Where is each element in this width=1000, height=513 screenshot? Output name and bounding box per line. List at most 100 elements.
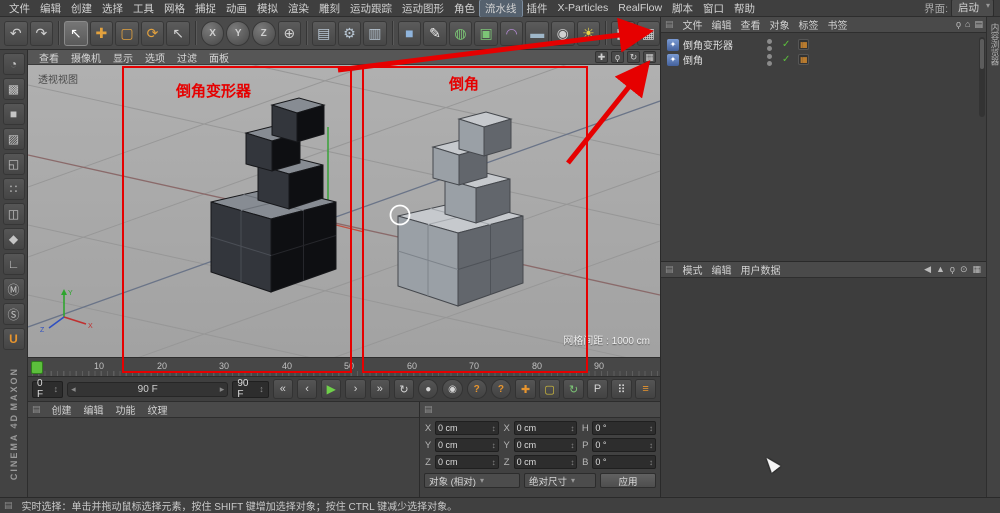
add-camera-button[interactable]: ◉	[551, 20, 575, 46]
menu-help[interactable]: 帮助	[729, 0, 760, 17]
coord-size-dropdown[interactable]: 绝对尺寸	[524, 473, 596, 488]
toggle-views-icon[interactable]: ▦	[643, 51, 656, 63]
menu-select[interactable]: 选择	[97, 0, 128, 17]
undo-button[interactable]: ↶	[4, 20, 28, 46]
content-browser-tab[interactable]: 内容浏览器	[989, 23, 1000, 66]
object-row-bevel-deformer[interactable]: ✦ 倒角变形器 ✓ ▦	[661, 37, 987, 52]
layout-button[interactable]: ▦	[636, 20, 661, 46]
live-selection-button[interactable]: ↖	[64, 20, 88, 46]
menu-tools[interactable]: 工具	[128, 0, 159, 17]
menu-snap[interactable]: 捕捉	[190, 0, 221, 17]
key-parameter-button[interactable]: P	[587, 379, 609, 399]
end-frame-field[interactable]: 90 F ↕	[232, 378, 269, 400]
snap-enable-button[interactable]: Ⓢ	[2, 303, 25, 325]
add-subdivision-button[interactable]: ◍	[448, 20, 473, 46]
add-light-button[interactable]: ☀	[576, 20, 601, 46]
menu-edit[interactable]: 编辑	[35, 0, 66, 17]
om-menu-tags[interactable]: 标签	[795, 17, 823, 32]
lock-y-button[interactable]: Y	[226, 20, 250, 46]
pos-y-field[interactable]: 0 cm ↕	[435, 438, 499, 452]
menu-mograph[interactable]: 运动图形	[397, 0, 449, 17]
coordinate-system-button[interactable]: ⊕	[277, 20, 302, 46]
add-bend-button[interactable]: ◠	[499, 20, 524, 46]
object-row-bevel[interactable]: ✦ 倒角 ✓ ▦	[661, 52, 987, 67]
menu-plugins[interactable]: 插件	[522, 0, 553, 17]
current-frame-field[interactable]: 0 F ↕	[32, 378, 64, 400]
menu-window[interactable]: 窗口	[698, 0, 729, 17]
active-tool-button[interactable]: ↖	[166, 20, 190, 46]
polygons-mode-button[interactable]: ◆	[2, 228, 25, 250]
menu-xparticles[interactable]: X-Particles	[553, 1, 614, 15]
workplane-button[interactable]: ∟	[2, 253, 25, 275]
rot-b-field[interactable]: 0 ° ↕	[592, 455, 657, 469]
size-y-field[interactable]: 0 cm ↕	[513, 438, 578, 452]
mat-menu-edit[interactable]: 编辑	[79, 401, 109, 418]
om-home-icon[interactable]: ⌂	[965, 19, 970, 30]
rotate-tool[interactable]: ⟳	[140, 20, 165, 46]
redo-button[interactable]: ↷	[29, 20, 54, 46]
render-view-button[interactable]: ▤	[312, 20, 336, 46]
om-menu-edit[interactable]: 编辑	[708, 17, 736, 32]
menu-render[interactable]: 渲染	[283, 0, 314, 17]
add-pen-button[interactable]: ✎	[423, 20, 447, 46]
cube-stack-light[interactable]	[397, 111, 524, 307]
size-z-field[interactable]: 0 cm ↕	[513, 455, 578, 469]
am-back-icon[interactable]: ◀	[924, 264, 931, 275]
magnet-snap-button[interactable]: U	[2, 328, 25, 350]
add-floor-button[interactable]: ▬	[525, 20, 549, 46]
points-mode-button[interactable]: ∷	[2, 178, 25, 200]
visibility-toggles[interactable]	[767, 53, 772, 66]
history-icon[interactable]: ◔	[2, 53, 25, 75]
mouse-mode-button[interactable]: Ⓜ	[2, 278, 25, 300]
vp-menu-panel[interactable]: 面板	[204, 50, 234, 65]
om-menu-file[interactable]: 文件	[679, 17, 707, 32]
add-cube-button[interactable]: ■	[397, 20, 422, 46]
pan-view-icon[interactable]: ✚	[595, 51, 608, 63]
am-lock-icon[interactable]: ⊙	[960, 264, 968, 275]
key-rotation-button[interactable]: ↻	[563, 379, 585, 399]
display-mode-button[interactable]: ◧	[611, 20, 635, 46]
menu-sculpt[interactable]: 雕刻	[314, 0, 345, 17]
menu-animate[interactable]: 动画	[221, 0, 252, 17]
play-button[interactable]: ▶	[321, 379, 342, 399]
menu-mesh[interactable]: 网格	[159, 0, 190, 17]
om-menu-view[interactable]: 查看	[737, 17, 765, 32]
am-up-icon[interactable]: ▲	[936, 264, 945, 275]
menu-pipeline[interactable]: 流水线	[479, 0, 523, 18]
mat-menu-texture[interactable]: 纹理	[143, 401, 173, 418]
prev-frame-button[interactable]: ‹	[296, 379, 318, 399]
vp-menu-options[interactable]: 选项	[140, 50, 170, 65]
menu-simulate[interactable]: 模拟	[252, 0, 283, 17]
key-position-button[interactable]: ✚	[515, 379, 537, 399]
material-list[interactable]	[28, 418, 419, 497]
menu-motion-tracker[interactable]: 运动跟踪	[345, 0, 397, 17]
menu-realflow[interactable]: RealFlow	[613, 1, 667, 15]
lock-z-button[interactable]: Z	[251, 20, 276, 46]
mat-menu-create[interactable]: 创建	[47, 401, 77, 418]
panel-grip-icon[interactable]: ▤	[424, 404, 437, 415]
pos-z-field[interactable]: 0 cm ↕	[435, 455, 499, 469]
rotate-view-icon[interactable]: ↻	[627, 51, 640, 63]
goto-end-button[interactable]: »	[369, 379, 390, 399]
edges-mode-button[interactable]: ◫	[2, 203, 25, 225]
zoom-view-icon[interactable]: ϙ	[611, 51, 624, 63]
interface-dropdown[interactable]: 启动	[951, 0, 994, 17]
vp-menu-display[interactable]: 显示	[108, 50, 138, 65]
menu-file[interactable]: 文件	[4, 0, 35, 17]
cube-stack-dark[interactable]	[210, 97, 337, 293]
om-menu-objects[interactable]: 对象	[766, 17, 794, 32]
add-array-button[interactable]: ▣	[474, 20, 498, 46]
open-timeline-button[interactable]: ≡	[635, 379, 657, 399]
mat-menu-function[interactable]: 功能	[111, 401, 141, 418]
spinner-icon[interactable]: ↕	[54, 384, 59, 394]
key-scale-button[interactable]: ▢	[539, 379, 561, 399]
lock-x-button[interactable]: X	[200, 20, 225, 46]
coord-mode-dropdown[interactable]: 对象 (相对)	[424, 473, 520, 488]
key-pla-button[interactable]: ⠿	[611, 379, 633, 399]
object-tag-icon[interactable]: ▦	[798, 54, 810, 65]
panel-grip-icon[interactable]: ▤	[32, 404, 45, 415]
panel-grip-icon[interactable]: ▤	[665, 19, 678, 30]
timeline-ruler[interactable]: 0 10 20 30 40 50 60 70 80 90	[28, 357, 660, 377]
current-frame-marker[interactable]	[31, 361, 43, 374]
panel-grip-icon[interactable]: ▤	[665, 264, 678, 275]
